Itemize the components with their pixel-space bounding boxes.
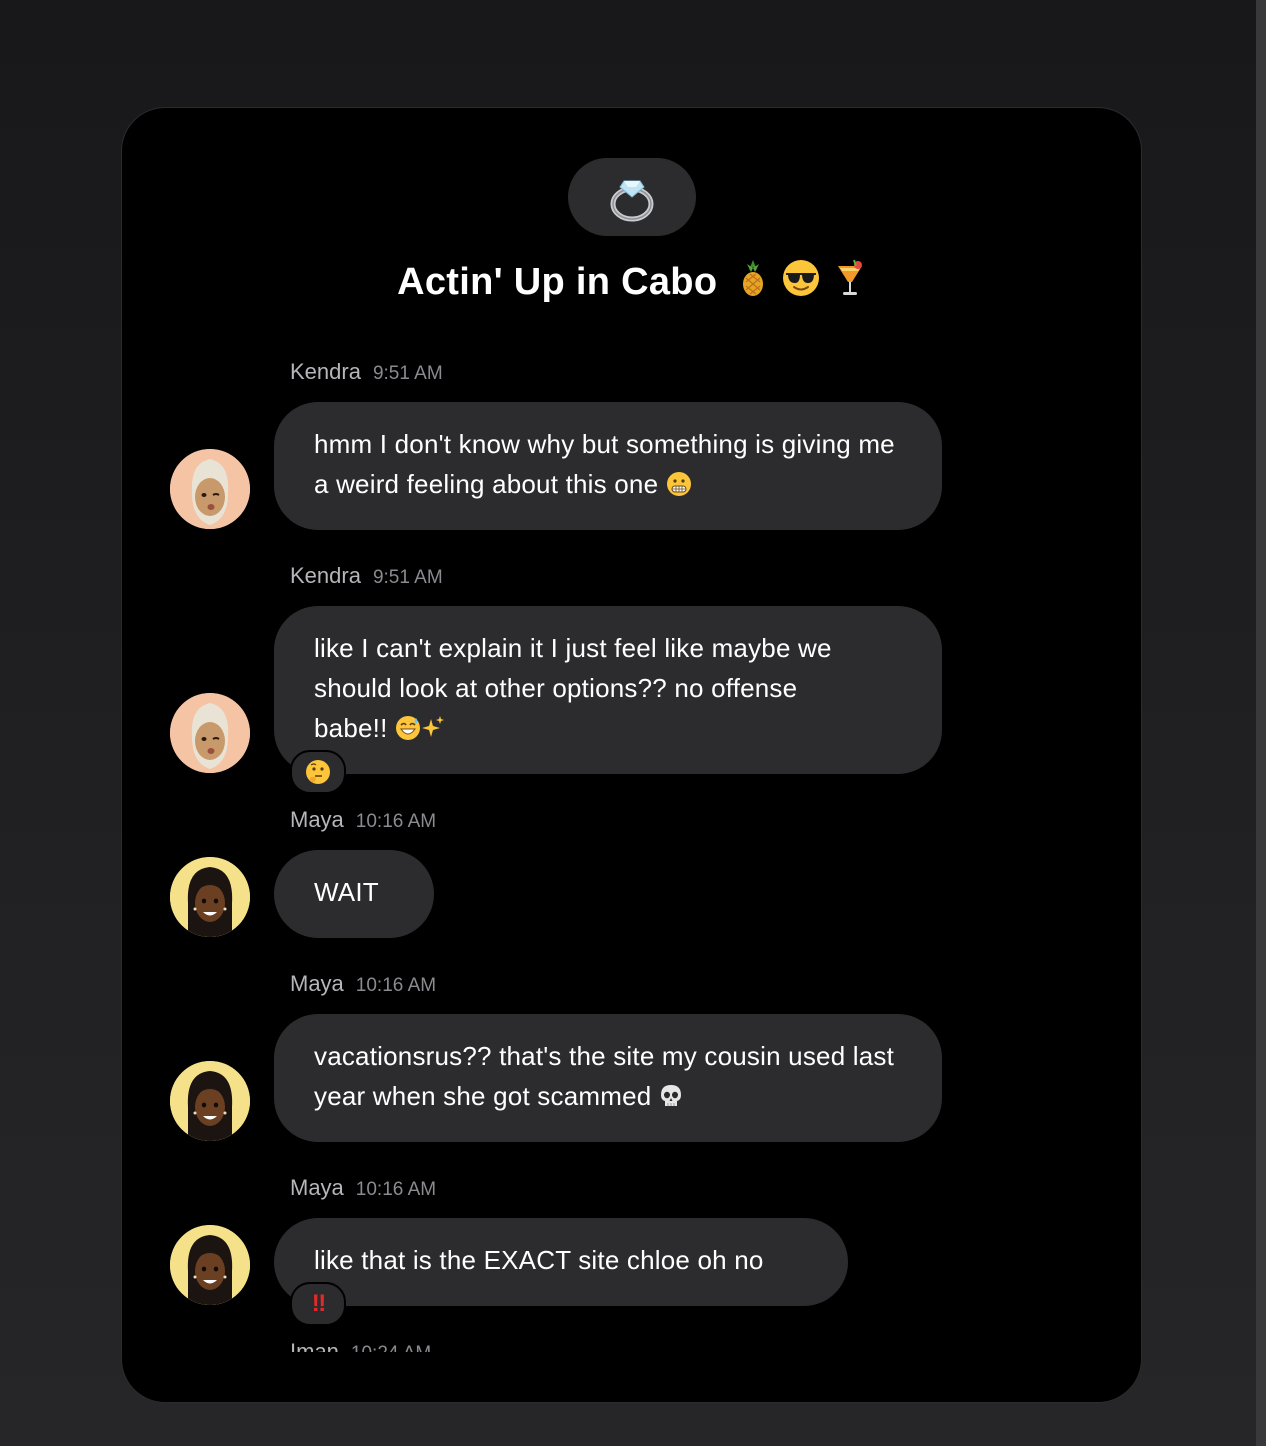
sweat-smile-icon [395,712,421,752]
message-bubble[interactable]: like that is the EXACT site chloe oh no [274,1218,848,1306]
message-meta: Maya 10:16 AM [290,807,436,833]
sender-name: Kendra [290,563,361,588]
sparkles-icon [421,712,445,752]
message-meta: Kendra 9:51 AM [290,359,443,385]
sender-name: Kendra [290,359,361,384]
memoji-blonde-icon [170,693,250,773]
kendra-memoji-avatar[interactable] [170,449,250,529]
message-bubble[interactable]: WAIT [274,850,434,938]
sender-name: Iman [290,1339,339,1352]
sender-name: Maya [290,971,344,996]
sender-name: Maya [290,807,344,832]
message-meta: Iman 10:24 AM [290,1339,431,1352]
maya-memoji-avatar[interactable] [170,857,250,937]
message-reaction[interactable] [290,750,346,794]
message-text-line: like I can't explain it I just feel like… [314,633,832,663]
maya-memoji-avatar[interactable] [170,1061,250,1141]
message-bubble[interactable]: vacationsrus?? that's the site my cousin… [274,1014,942,1142]
message-meta: Maya 10:16 AM [290,1175,436,1201]
message-reaction[interactable]: ‼ [290,1282,346,1326]
memoji-darkhair-icon [170,1061,250,1141]
message-text-line: should look at other options?? no offens… [314,673,798,703]
message-time: 9:51 AM [372,363,443,384]
message-time: 9:51 AM [372,567,443,588]
double-exclamation-icon: ‼ [311,1290,326,1317]
message-text-line: babe!! [314,713,388,743]
maya-memoji-avatar[interactable] [170,1225,250,1305]
message-time: 10:16 AM [355,975,437,996]
message-text: like that is the EXACT site chloe oh no [314,1245,764,1275]
kendra-memoji-avatar[interactable] [170,693,250,773]
memoji-darkhair-icon [170,857,250,937]
chat-window: Actin' Up in Cabo Kendra 9:51 AM hmm I d… [121,107,1142,1403]
memoji-darkhair-icon [170,1225,250,1305]
grimacing-face-icon [666,468,692,508]
message-text: vacationsrus?? that's the site my cousin… [314,1041,895,1111]
message-meta: Maya 10:16 AM [290,971,436,997]
memoji-blonde-icon [170,449,250,529]
message-list[interactable]: Kendra 9:51 AM hmm I don't know why but s… [122,108,1141,1352]
message-time: 10:16 AM [355,1179,437,1200]
message-meta: Kendra 9:51 AM [290,563,443,589]
message-text: hmm I don't know why but something is gi… [314,429,895,499]
thinking-face-icon [306,760,330,784]
message-bubble[interactable]: hmm I don't know why but something is gi… [274,402,942,530]
sender-name: Maya [290,1175,344,1200]
message-time: 10:16 AM [355,811,437,832]
skull-icon [659,1080,683,1120]
window-edge [1256,0,1266,1446]
message-text: WAIT [314,877,379,907]
message-bubble[interactable]: like I can't explain it I just feel like… [274,606,942,774]
message-time: 10:24 AM [351,1343,431,1352]
